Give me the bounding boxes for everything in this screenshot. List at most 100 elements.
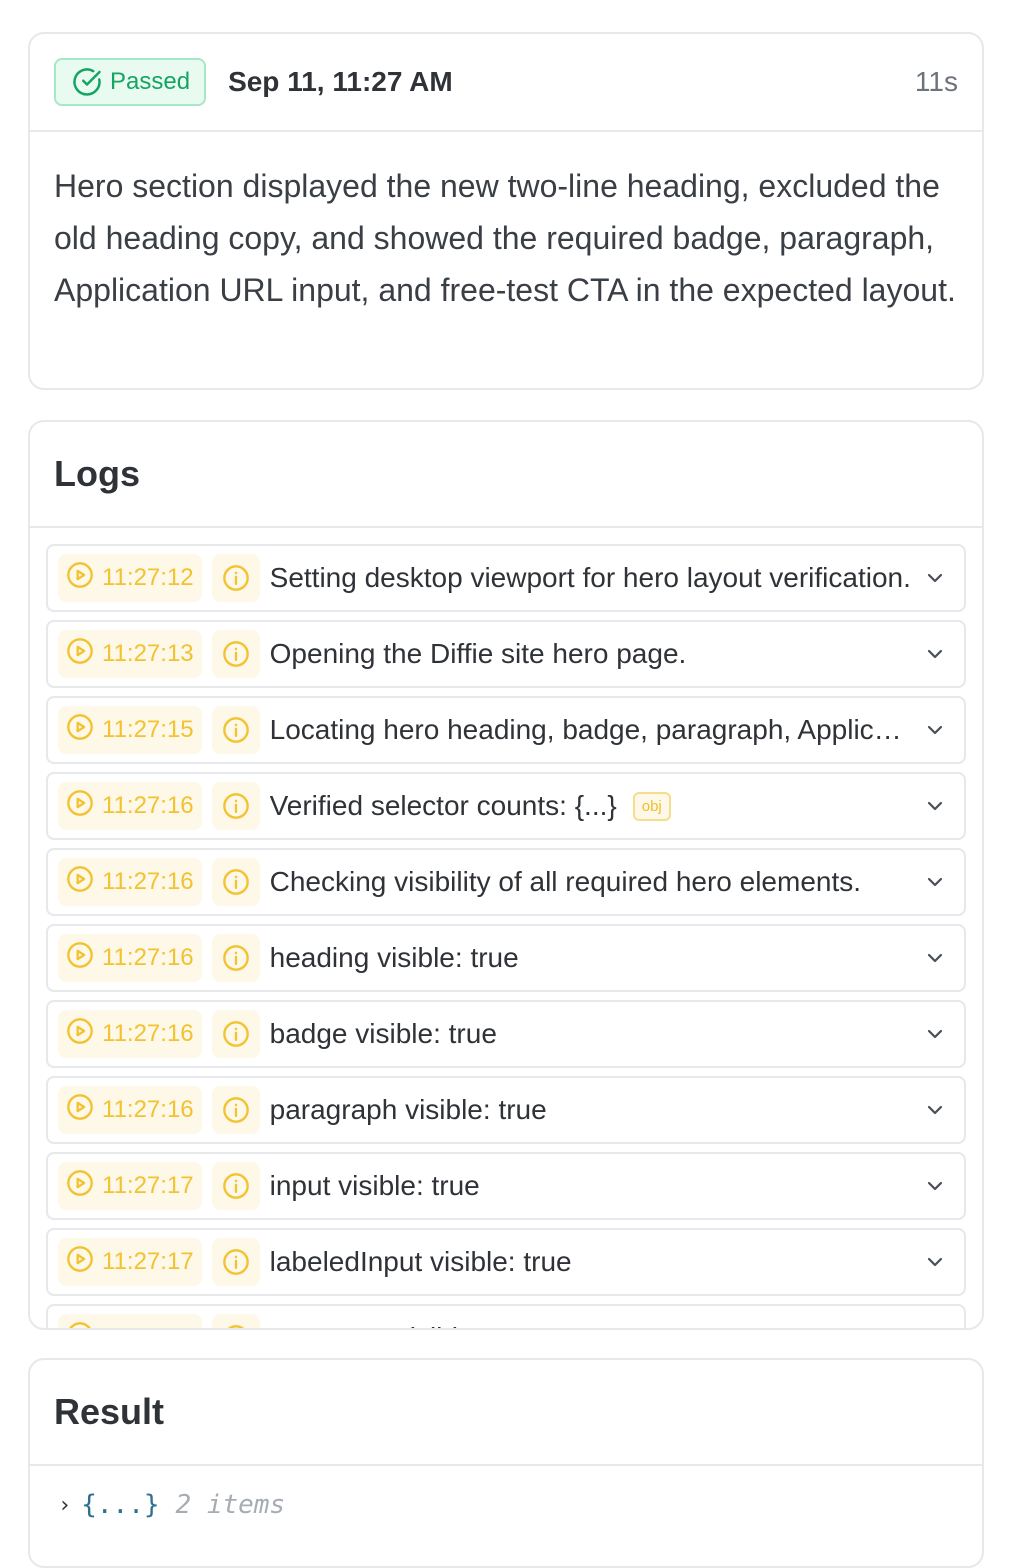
log-message: Locating hero heading, badge, paragraph,…	[270, 714, 912, 746]
play-circle-icon	[66, 637, 94, 672]
log-timestamp: 11:27:16	[58, 782, 202, 830]
log-entry[interactable]: 11:27:16 paragraph visible: true	[46, 1076, 966, 1144]
log-timestamp: 11:27:16	[58, 934, 202, 982]
logs-title: Logs	[30, 422, 982, 528]
log-message: Verified selector counts: {...} obj	[270, 790, 912, 822]
play-circle-icon	[66, 713, 94, 748]
log-timestamp: 11:27:15	[58, 706, 202, 754]
log-message-text: labeledInput visible: true	[269, 1246, 572, 1277]
log-message: labeledInput visible: true	[270, 1246, 912, 1278]
check-circle-icon	[72, 67, 102, 97]
log-timestamp: 11:27:16	[58, 1086, 202, 1134]
run-date: Sep 11, 11:27 AM	[228, 66, 453, 97]
result-card: Result › {...} 2 items	[28, 1358, 984, 1568]
log-entry[interactable]: 11:27:15 Locating hero heading, badge, pa…	[46, 696, 966, 764]
log-entry[interactable]: 11:27:12 Setting desktop viewport for her…	[46, 544, 966, 612]
log-message-text: ctaButton visible: true	[270, 1322, 538, 1328]
log-message: input visible: true	[270, 1170, 912, 1202]
info-icon	[211, 706, 260, 754]
log-entry[interactable]: 11:27:16 Verified selector counts: {...} o…	[46, 772, 966, 840]
chevron-down-icon[interactable]	[920, 1171, 950, 1201]
log-time: 11:27:15	[102, 716, 194, 743]
play-circle-icon	[66, 561, 94, 596]
log-time: 11:27:17	[102, 1172, 194, 1199]
logs-list[interactable]: 11:27:12 Setting desktop viewport for her…	[30, 528, 982, 1328]
info-icon	[211, 1086, 260, 1134]
chevron-down-icon[interactable]	[920, 1019, 950, 1049]
info-icon	[211, 858, 260, 906]
info-icon	[211, 1010, 260, 1058]
log-message-text: Opening the Diffie site hero page.	[269, 638, 687, 669]
chevron-down-icon[interactable]	[920, 715, 950, 745]
log-time: 11:27:17	[102, 1324, 194, 1328]
info-icon	[211, 1238, 260, 1286]
log-time: 11:27:16	[102, 944, 194, 971]
log-time: 11:27:16	[102, 1020, 194, 1047]
play-circle-icon	[66, 1017, 94, 1052]
chevron-down-icon[interactable]	[920, 867, 950, 897]
chevron-down-icon[interactable]	[920, 563, 950, 593]
chevron-down-icon[interactable]	[920, 1247, 950, 1277]
info-icon	[211, 782, 260, 830]
log-time: 11:27:12	[102, 564, 194, 591]
play-circle-icon	[66, 789, 94, 824]
log-message-text: heading visible: true	[269, 942, 519, 973]
run-summary-card: Passed Sep 11, 11:27 AM 11s Hero section…	[28, 32, 984, 390]
info-icon	[211, 1162, 260, 1210]
result-preview[interactable]: {...}	[81, 1490, 159, 1520]
log-entry[interactable]: 11:27:13 Opening the Diffie site hero pag…	[46, 620, 966, 688]
log-entry[interactable]: 11:27:16 Checking visibility of all requi…	[46, 848, 966, 916]
log-timestamp: 11:27:17	[58, 1238, 202, 1286]
log-timestamp: 11:27:13	[58, 630, 202, 678]
log-timestamp: 11:27:16	[58, 1010, 202, 1058]
run-summary-header: Passed Sep 11, 11:27 AM 11s	[30, 34, 982, 132]
log-time: 11:27:16	[102, 868, 194, 895]
log-entry[interactable]: 11:27:17 labeledInput visible: true	[46, 1228, 966, 1296]
info-icon	[211, 934, 260, 982]
log-message: ctaButton visible: true	[270, 1322, 912, 1328]
log-message-text: paragraph visible: true	[269, 1094, 547, 1125]
log-timestamp: 11:27:17	[58, 1162, 202, 1210]
info-icon	[211, 1314, 260, 1328]
chevron-down-icon[interactable]	[920, 1323, 950, 1328]
status-badge: Passed	[54, 58, 207, 106]
log-timestamp: 11:27:17	[58, 1314, 202, 1328]
status-label: Passed	[110, 68, 191, 95]
log-message-text: Verified selector counts: {...}	[269, 790, 617, 821]
log-timestamp: 11:27:12	[58, 554, 202, 602]
log-message: Setting desktop viewport for hero layout…	[270, 562, 912, 594]
log-time: 11:27:17	[102, 1248, 194, 1275]
log-message-text: Setting desktop viewport for hero layout…	[269, 562, 911, 593]
log-message: badge visible: true	[270, 1018, 912, 1050]
log-message: paragraph visible: true	[270, 1094, 912, 1126]
log-message-text: Locating hero heading, badge, paragraph,…	[269, 714, 912, 745]
log-message-text: Checking visibility of all required hero…	[269, 866, 862, 897]
chevron-down-icon[interactable]	[920, 791, 950, 821]
log-message: Checking visibility of all required hero…	[270, 866, 912, 898]
expand-caret-icon[interactable]: ›	[58, 1493, 71, 1518]
logs-card: Logs 11:27:12 Setting desktop viewport fo…	[28, 420, 984, 1330]
run-duration: 11s	[914, 66, 958, 97]
log-entry[interactable]: 11:27:17 ctaButton visible: true	[46, 1304, 966, 1328]
log-type-tag: obj	[632, 791, 671, 821]
play-circle-icon	[66, 1321, 94, 1328]
log-entry[interactable]: 11:27:16 badge visible: true	[46, 1000, 966, 1068]
result-title: Result	[30, 1360, 982, 1466]
chevron-down-icon[interactable]	[920, 1095, 950, 1125]
run-description: Hero section displayed the new two-line …	[54, 168, 956, 308]
result-item-count: 2 items	[175, 1490, 286, 1520]
log-message: heading visible: true	[270, 942, 912, 974]
log-message-text: input visible: true	[269, 1170, 480, 1201]
chevron-down-icon[interactable]	[920, 639, 950, 669]
info-icon	[211, 630, 260, 678]
log-message: Opening the Diffie site hero page.	[270, 638, 912, 670]
chevron-down-icon[interactable]	[920, 943, 950, 973]
log-timestamp: 11:27:16	[58, 858, 202, 906]
log-entry[interactable]: 11:27:17 input visible: true	[46, 1152, 966, 1220]
log-time: 11:27:16	[102, 1096, 194, 1123]
result-tree[interactable]: › {...} 2 items	[30, 1466, 982, 1544]
log-time: 11:27:13	[102, 640, 194, 667]
log-message-text: badge visible: true	[269, 1018, 497, 1049]
log-entry[interactable]: 11:27:16 heading visible: true	[46, 924, 966, 992]
log-time: 11:27:16	[102, 792, 194, 819]
